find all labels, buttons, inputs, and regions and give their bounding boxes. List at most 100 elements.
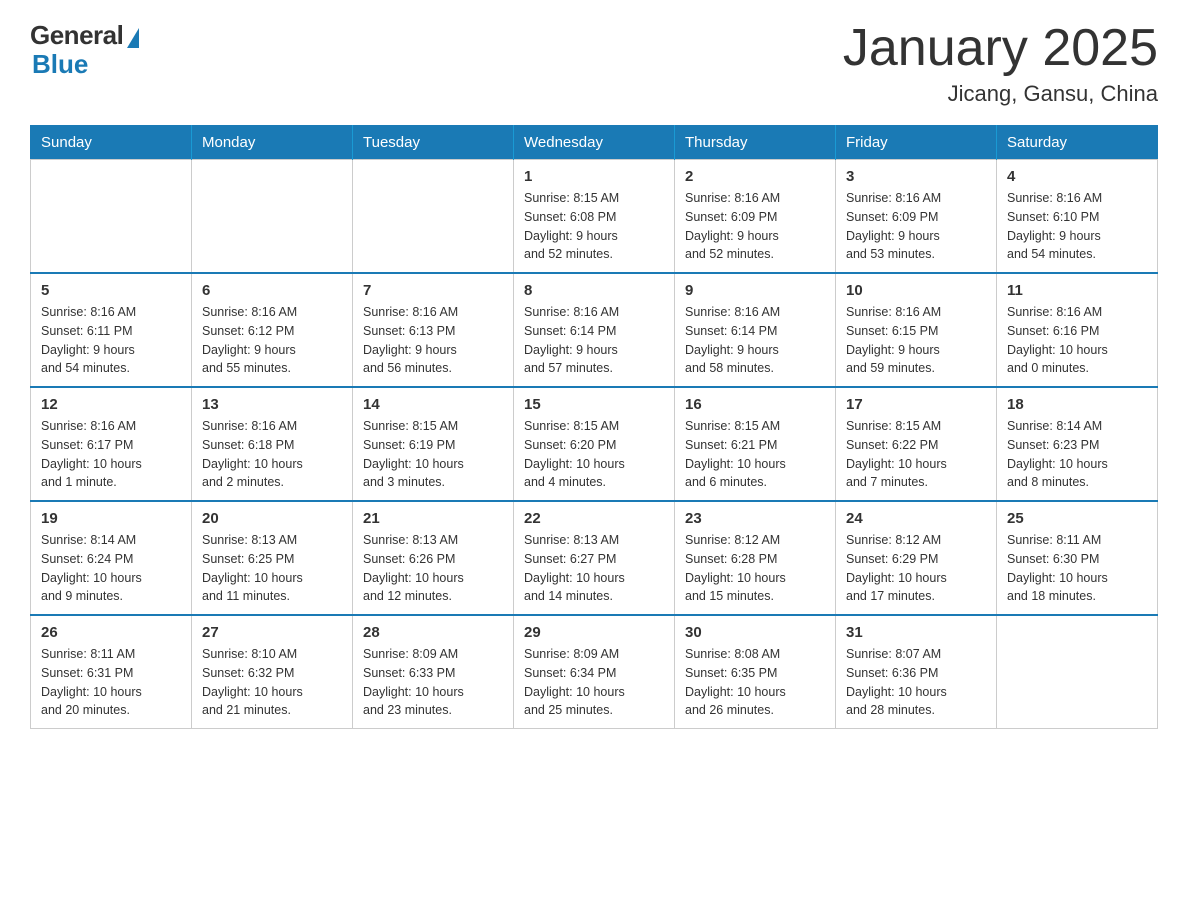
- calendar-cell: 19Sunrise: 8:14 AM Sunset: 6:24 PM Dayli…: [31, 501, 192, 615]
- calendar-cell: 2 Sunrise: 8:16 AM Sunset: 6:09 PM Daylig…: [675, 160, 836, 274]
- day-info: Sunrise: 8:08 AM Sunset: 6:35 PM Dayligh…: [685, 645, 825, 720]
- calendar-cell: 6Sunrise: 8:16 AM Sunset: 6:12 PM Daylig…: [192, 273, 353, 387]
- calendar-cell: 4 Sunrise: 8:16 AM Sunset: 6:10 PM Daylig…: [997, 160, 1158, 274]
- day-number: 17: [846, 396, 986, 413]
- weekday-header-tuesday: Tuesday: [353, 126, 514, 160]
- day-info: Sunrise: 8:16 AM Sunset: 6:09 PM Dayligh…: [846, 189, 986, 264]
- day-info: Sunrise: 8:09 AM Sunset: 6:34 PM Dayligh…: [524, 645, 664, 720]
- day-number: 22: [524, 510, 664, 527]
- day-number: 5: [41, 282, 181, 299]
- weekday-header-saturday: Saturday: [997, 126, 1158, 160]
- calendar-week-row: 19Sunrise: 8:14 AM Sunset: 6:24 PM Dayli…: [31, 501, 1158, 615]
- calendar-week-row: 26Sunrise: 8:11 AM Sunset: 6:31 PM Dayli…: [31, 615, 1158, 729]
- day-info: Sunrise: 8:14 AM Sunset: 6:23 PM Dayligh…: [1007, 417, 1147, 492]
- calendar-cell: 25Sunrise: 8:11 AM Sunset: 6:30 PM Dayli…: [997, 501, 1158, 615]
- calendar-cell: 15 Sunrise: 8:15 AM Sunset: 6:20 PM Dayli…: [514, 387, 675, 501]
- calendar-table: SundayMondayTuesdayWednesdayThursdayFrid…: [30, 125, 1158, 729]
- calendar-cell: 14 Sunrise: 8:15 AM Sunset: 6:19 PM Dayli…: [353, 387, 514, 501]
- day-number: 29: [524, 624, 664, 641]
- calendar-cell: 31 Sunrise: 8:07 AM Sunset: 6:36 PM Dayli…: [836, 615, 997, 729]
- calendar-cell: 23 Sunrise: 8:12 AM Sunset: 6:28 PM Dayli…: [675, 501, 836, 615]
- calendar-cell: 28Sunrise: 8:09 AM Sunset: 6:33 PM Dayli…: [353, 615, 514, 729]
- calendar-week-row: 12Sunrise: 8:16 AM Sunset: 6:17 PM Dayli…: [31, 387, 1158, 501]
- day-number: 8: [524, 282, 664, 299]
- calendar-cell: 22 Sunrise: 8:13 AM Sunset: 6:27 PM Dayli…: [514, 501, 675, 615]
- day-info: Sunrise: 8:16 AM Sunset: 6:14 PM Dayligh…: [685, 303, 825, 378]
- day-number: 26: [41, 624, 181, 641]
- calendar-cell: 26Sunrise: 8:11 AM Sunset: 6:31 PM Dayli…: [31, 615, 192, 729]
- calendar-week-row: 5 Sunrise: 8:16 AM Sunset: 6:11 PM Daylig…: [31, 273, 1158, 387]
- day-number: 2: [685, 168, 825, 185]
- logo: General Blue: [30, 20, 139, 80]
- weekday-header-friday: Friday: [836, 126, 997, 160]
- calendar-cell: [192, 160, 353, 274]
- calendar-cell: 27 Sunrise: 8:10 AM Sunset: 6:32 PM Dayli…: [192, 615, 353, 729]
- calendar-cell: [31, 160, 192, 274]
- day-info: Sunrise: 8:10 AM Sunset: 6:32 PM Dayligh…: [202, 645, 342, 720]
- day-info: Sunrise: 8:16 AM Sunset: 6:13 PM Dayligh…: [363, 303, 503, 378]
- calendar-cell: 13 Sunrise: 8:16 AM Sunset: 6:18 PM Dayli…: [192, 387, 353, 501]
- day-number: 1: [524, 168, 664, 185]
- day-number: 23: [685, 510, 825, 527]
- calendar-cell: 11 Sunrise: 8:16 AM Sunset: 6:16 PM Dayli…: [997, 273, 1158, 387]
- day-number: 13: [202, 396, 342, 413]
- day-number: 27: [202, 624, 342, 641]
- day-info: Sunrise: 8:16 AM Sunset: 6:09 PM Dayligh…: [685, 189, 825, 264]
- day-info: Sunrise: 8:13 AM Sunset: 6:25 PM Dayligh…: [202, 531, 342, 606]
- calendar-cell: 1 Sunrise: 8:15 AM Sunset: 6:08 PM Daylig…: [514, 160, 675, 274]
- day-info: Sunrise: 8:16 AM Sunset: 6:10 PM Dayligh…: [1007, 189, 1147, 264]
- day-number: 20: [202, 510, 342, 527]
- calendar-cell: 10 Sunrise: 8:16 AM Sunset: 6:15 PM Dayli…: [836, 273, 997, 387]
- day-number: 7: [363, 282, 503, 299]
- day-info: Sunrise: 8:07 AM Sunset: 6:36 PM Dayligh…: [846, 645, 986, 720]
- day-info: Sunrise: 8:16 AM Sunset: 6:14 PM Dayligh…: [524, 303, 664, 378]
- day-number: 10: [846, 282, 986, 299]
- day-number: 19: [41, 510, 181, 527]
- calendar-cell: 20 Sunrise: 8:13 AM Sunset: 6:25 PM Dayli…: [192, 501, 353, 615]
- day-number: 16: [685, 396, 825, 413]
- weekday-header-wednesday: Wednesday: [514, 126, 675, 160]
- calendar-cell: 12Sunrise: 8:16 AM Sunset: 6:17 PM Dayli…: [31, 387, 192, 501]
- calendar-cell: 16Sunrise: 8:15 AM Sunset: 6:21 PM Dayli…: [675, 387, 836, 501]
- location: Jicang, Gansu, China: [843, 81, 1158, 107]
- day-number: 31: [846, 624, 986, 641]
- calendar-cell: 8 Sunrise: 8:16 AM Sunset: 6:14 PM Daylig…: [514, 273, 675, 387]
- calendar-cell: 21Sunrise: 8:13 AM Sunset: 6:26 PM Dayli…: [353, 501, 514, 615]
- day-info: Sunrise: 8:16 AM Sunset: 6:11 PM Dayligh…: [41, 303, 181, 378]
- calendar-cell: 18Sunrise: 8:14 AM Sunset: 6:23 PM Dayli…: [997, 387, 1158, 501]
- day-info: Sunrise: 8:13 AM Sunset: 6:27 PM Dayligh…: [524, 531, 664, 606]
- day-number: 14: [363, 396, 503, 413]
- day-number: 30: [685, 624, 825, 641]
- day-number: 3: [846, 168, 986, 185]
- logo-triangle-icon: [127, 28, 139, 48]
- day-info: Sunrise: 8:15 AM Sunset: 6:08 PM Dayligh…: [524, 189, 664, 264]
- calendar-cell: [353, 160, 514, 274]
- day-number: 25: [1007, 510, 1147, 527]
- calendar-header-row: SundayMondayTuesdayWednesdayThursdayFrid…: [31, 126, 1158, 160]
- day-info: Sunrise: 8:12 AM Sunset: 6:28 PM Dayligh…: [685, 531, 825, 606]
- calendar-cell: 17Sunrise: 8:15 AM Sunset: 6:22 PM Dayli…: [836, 387, 997, 501]
- day-info: Sunrise: 8:16 AM Sunset: 6:15 PM Dayligh…: [846, 303, 986, 378]
- day-number: 21: [363, 510, 503, 527]
- day-number: 6: [202, 282, 342, 299]
- calendar-cell: 9 Sunrise: 8:16 AM Sunset: 6:14 PM Daylig…: [675, 273, 836, 387]
- day-info: Sunrise: 8:12 AM Sunset: 6:29 PM Dayligh…: [846, 531, 986, 606]
- calendar-week-row: 1 Sunrise: 8:15 AM Sunset: 6:08 PM Daylig…: [31, 160, 1158, 274]
- day-number: 4: [1007, 168, 1147, 185]
- day-info: Sunrise: 8:15 AM Sunset: 6:19 PM Dayligh…: [363, 417, 503, 492]
- calendar-cell: [997, 615, 1158, 729]
- day-number: 15: [524, 396, 664, 413]
- weekday-header-thursday: Thursday: [675, 126, 836, 160]
- day-info: Sunrise: 8:16 AM Sunset: 6:16 PM Dayligh…: [1007, 303, 1147, 378]
- day-info: Sunrise: 8:16 AM Sunset: 6:18 PM Dayligh…: [202, 417, 342, 492]
- logo-blue-text: Blue: [32, 49, 88, 80]
- calendar-cell: 3 Sunrise: 8:16 AM Sunset: 6:09 PM Daylig…: [836, 160, 997, 274]
- page-header: General Blue January 2025 Jicang, Gansu,…: [30, 20, 1158, 107]
- day-number: 9: [685, 282, 825, 299]
- day-info: Sunrise: 8:15 AM Sunset: 6:20 PM Dayligh…: [524, 417, 664, 492]
- day-number: 11: [1007, 282, 1147, 299]
- day-info: Sunrise: 8:09 AM Sunset: 6:33 PM Dayligh…: [363, 645, 503, 720]
- month-title: January 2025: [843, 20, 1158, 77]
- logo-general-text: General: [30, 20, 123, 51]
- calendar-cell: 7 Sunrise: 8:16 AM Sunset: 6:13 PM Daylig…: [353, 273, 514, 387]
